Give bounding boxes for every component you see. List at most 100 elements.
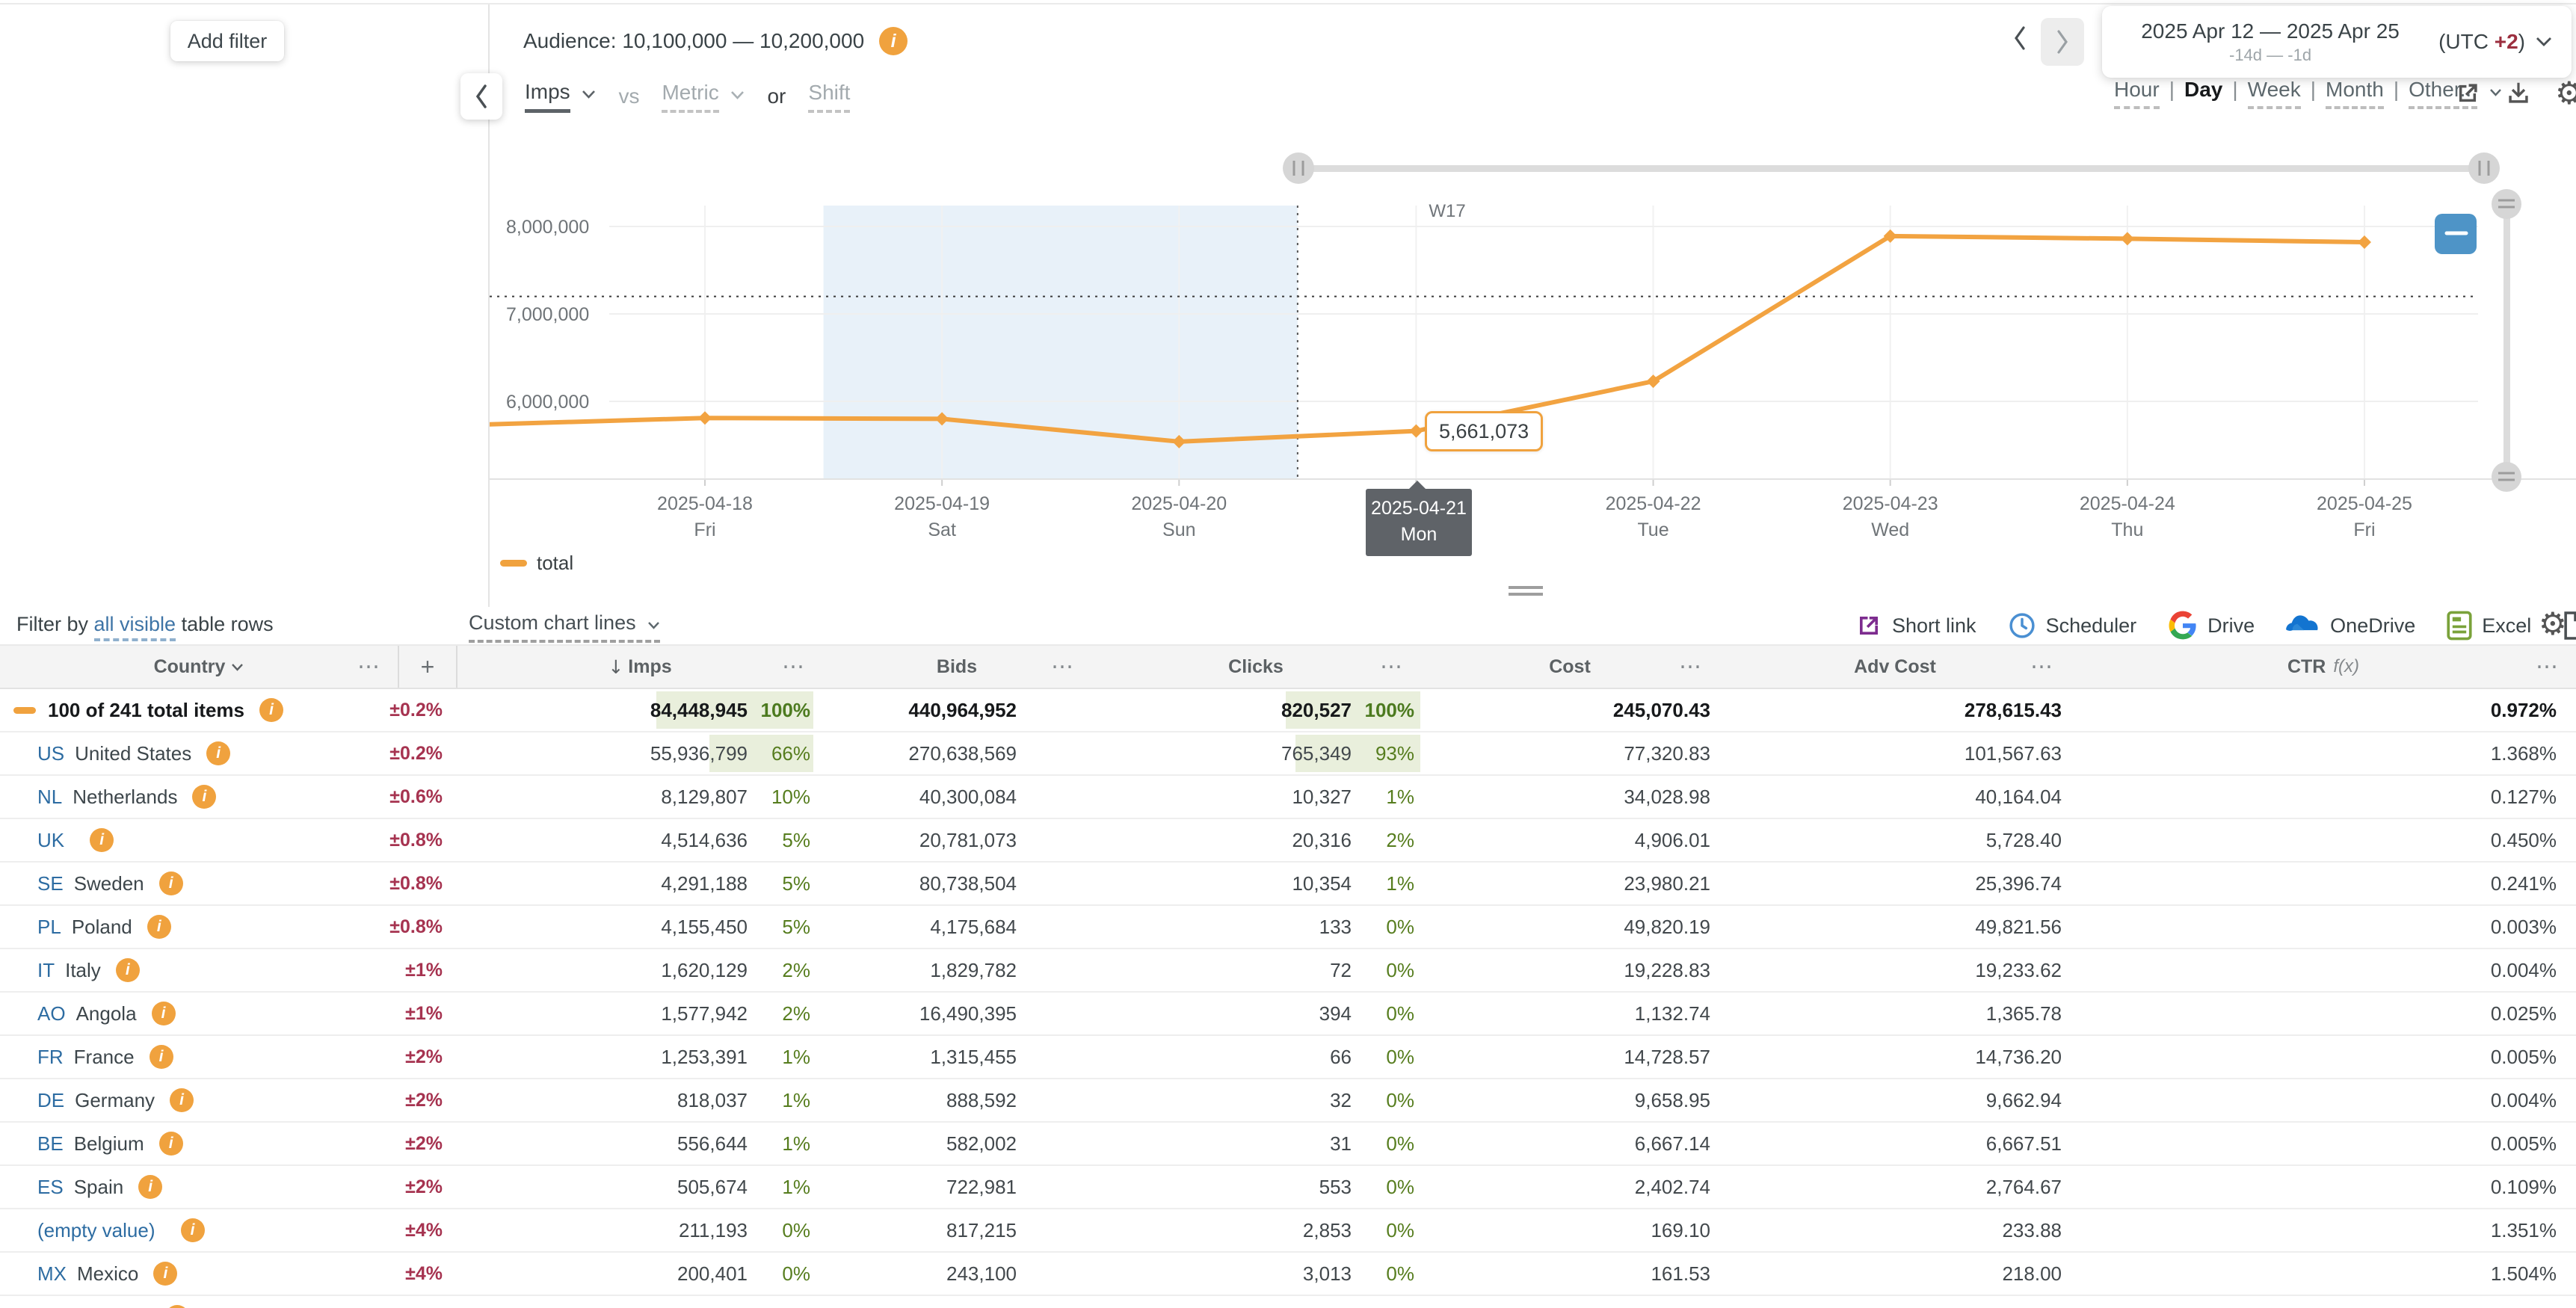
table-row[interactable]: NL Netherlands i ±0.6% 8,129,80710% 40,3… xyxy=(0,776,2576,819)
column-menu-icon[interactable]: ⋯ xyxy=(2030,654,2053,680)
info-icon[interactable]: i xyxy=(206,741,230,765)
country-code[interactable]: PL xyxy=(37,916,61,939)
table-row[interactable]: DE Germany i ±2% 818,0371% 888,592 320% … xyxy=(0,1079,2576,1123)
table-row[interactable]: UK i ±0.8% 4,514,6365% 20,781,073 20,316… xyxy=(0,819,2576,863)
info-icon[interactable]: i xyxy=(90,828,114,852)
table-row[interactable]: MX Mexico i ±4% 200,4010% 243,100 3,0130… xyxy=(0,1253,2576,1296)
series-drag-handle[interactable] xyxy=(2435,214,2477,254)
column-menu-icon[interactable]: ⋯ xyxy=(1679,654,1701,680)
gear-icon[interactable]: ⚙ xyxy=(2555,78,2576,109)
chart-resize-handle[interactable] xyxy=(1509,586,1543,599)
table-row[interactable]: (empty value) i ±4% 211,1930% 817,215 2,… xyxy=(0,1209,2576,1253)
country-code[interactable]: US xyxy=(37,742,64,765)
tab-day[interactable]: Day xyxy=(2184,78,2222,102)
shift-select[interactable]: Shift xyxy=(808,81,850,113)
info-icon[interactable]: i xyxy=(159,1132,183,1156)
sampling-error-cell: ±0.8% xyxy=(398,863,457,904)
column-menu-icon[interactable]: ⋯ xyxy=(1380,654,1402,680)
download-icon[interactable] xyxy=(2504,79,2533,108)
y-slider-handle-bottom[interactable] xyxy=(2492,462,2521,492)
table-row[interactable]: SE Sweden i ±0.8% 4,291,1885% 80,738,504… xyxy=(0,863,2576,906)
primary-metric-select[interactable]: Imps xyxy=(525,80,596,113)
column-header-adv-cost[interactable]: Adv Cost ⋯ xyxy=(1719,646,2071,688)
table-row[interactable]: IT Italy i ±1% 1,620,1292% 1,829,782 720… xyxy=(0,949,2576,993)
excel-export-button[interactable]: Excel xyxy=(2447,611,2531,641)
secondary-metric-select[interactable]: Metric xyxy=(662,81,745,113)
country-code[interactable]: MX xyxy=(37,1262,67,1286)
info-icon[interactable]: i xyxy=(159,872,183,895)
country-code[interactable]: DE xyxy=(37,1089,64,1112)
tab-hour[interactable]: Hour xyxy=(2114,78,2160,109)
country-code[interactable]: BE xyxy=(37,1132,64,1156)
column-menu-icon[interactable]: ⋯ xyxy=(1051,654,1073,680)
add-column-button[interactable]: + xyxy=(398,646,457,688)
table-settings-gear-icon[interactable]: ⚙ xyxy=(2539,608,2567,640)
open-in-new-icon[interactable] xyxy=(2453,79,2482,108)
country-code[interactable]: AO xyxy=(37,1002,66,1025)
table-row[interactable]: 100 of 241 total items i ±0.2% 84,448,94… xyxy=(0,689,2576,732)
table-row[interactable]: FR France i ±2% 1,253,3911% 1,315,455 66… xyxy=(0,1036,2576,1079)
column-menu-icon[interactable]: ⋯ xyxy=(782,654,804,680)
line-chart[interactable]: 8,000,0007,000,0006,000,000W17 xyxy=(490,120,2576,607)
tab-week[interactable]: Week xyxy=(2248,78,2301,109)
info-icon[interactable]: i xyxy=(138,1175,162,1199)
chart-y-slider[interactable] xyxy=(2492,189,2521,492)
column-header-country[interactable]: Country ⋯ xyxy=(0,646,398,688)
info-icon[interactable]: i xyxy=(116,958,140,982)
column-header-imps[interactable]: ↓ Imps ⋯ xyxy=(457,646,822,688)
country-code[interactable]: AU xyxy=(37,1306,64,1308)
scheduler-button[interactable]: Scheduler xyxy=(2008,611,2137,640)
info-icon[interactable]: i xyxy=(181,1218,205,1242)
info-icon[interactable]: i xyxy=(147,915,171,939)
column-menu-icon[interactable]: ⋯ xyxy=(357,654,380,680)
collapse-panel-button[interactable] xyxy=(460,73,502,120)
table-row[interactable]: PL Poland i ±0.8% 4,155,4505% 4,175,684 … xyxy=(0,906,2576,949)
add-filter-button[interactable]: Add filter xyxy=(170,21,284,61)
tab-month[interactable]: Month xyxy=(2326,78,2384,109)
country-code[interactable]: UK xyxy=(37,829,64,852)
column-header-clicks[interactable]: Clicks ⋯ xyxy=(1091,646,1420,688)
column-header-cost[interactable]: Cost ⋯ xyxy=(1420,646,1719,688)
info-icon[interactable]: i xyxy=(879,27,908,55)
svg-text:8,000,000: 8,000,000 xyxy=(506,217,589,238)
date-prev-button[interactable] xyxy=(2012,25,2027,55)
info-icon[interactable]: i xyxy=(259,698,283,722)
onedrive-button[interactable]: OneDrive xyxy=(2286,614,2415,638)
country-code[interactable]: (empty value) xyxy=(37,1219,155,1242)
date-range-picker[interactable]: 2025 Apr 12 — 2025 Apr 25 -14d — -1d (UT… xyxy=(2102,6,2572,78)
ctr-cell: 0.127% xyxy=(2071,776,2576,818)
slider-handle-left[interactable] xyxy=(1283,152,1314,184)
date-next-button[interactable] xyxy=(2041,18,2084,66)
custom-chart-lines-select[interactable]: Custom chart lines xyxy=(469,611,660,643)
clicks-cell: 20,3162% xyxy=(1091,819,1420,861)
info-icon[interactable]: i xyxy=(152,1002,176,1025)
all-visible-link[interactable]: all visible xyxy=(94,613,176,641)
country-code[interactable]: SE xyxy=(37,872,64,895)
cost-cell: 2,402.74 xyxy=(1420,1166,1719,1208)
info-icon[interactable]: i xyxy=(165,1305,189,1308)
country-code[interactable]: ES xyxy=(37,1176,64,1199)
column-menu-icon[interactable]: ⋯ xyxy=(2536,654,2558,680)
country-code[interactable]: FR xyxy=(37,1046,64,1069)
clicks-cell: 3940% xyxy=(1091,993,1420,1034)
chart-legend[interactable]: total xyxy=(500,552,573,575)
column-header-ctr[interactable]: CTR f(x) ⋯ xyxy=(2071,646,2576,688)
info-icon[interactable]: i xyxy=(170,1088,194,1112)
y-slider-handle-top[interactable] xyxy=(2492,189,2521,219)
short-link-button[interactable]: Short link xyxy=(1855,612,1976,639)
country-code[interactable]: NL xyxy=(37,786,62,809)
table-row[interactable]: US United States i ±0.2% 55,936,79966% 2… xyxy=(0,732,2576,776)
info-icon[interactable]: i xyxy=(150,1045,173,1069)
column-header-bids[interactable]: Bids ⋯ xyxy=(822,646,1091,688)
bids-cell: 80,738,504 xyxy=(822,863,1091,904)
table-row[interactable]: AO Angola i ±1% 1,577,9422% 16,490,395 3… xyxy=(0,993,2576,1036)
chart-range-slider[interactable] xyxy=(1283,152,2500,184)
google-drive-button[interactable]: Drive xyxy=(2168,611,2255,641)
info-icon[interactable]: i xyxy=(153,1262,177,1286)
slider-handle-right[interactable] xyxy=(2468,152,2500,184)
country-code[interactable]: IT xyxy=(37,959,55,982)
table-row[interactable]: AU Australia i ±4% 154,1570% 311,924 1,8… xyxy=(0,1296,2576,1308)
table-row[interactable]: ES Spain i ±2% 505,6741% 722,981 5530% 2… xyxy=(0,1166,2576,1209)
table-row[interactable]: BE Belgium i ±2% 556,6441% 582,002 310% … xyxy=(0,1123,2576,1166)
info-icon[interactable]: i xyxy=(192,785,216,809)
